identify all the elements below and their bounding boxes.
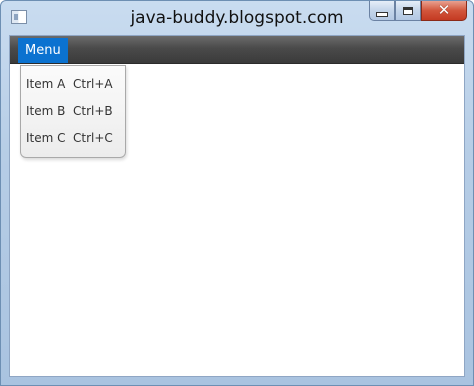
menu-item-label: Item B: [26, 104, 66, 118]
title-bar[interactable]: java-buddy.blogspot.com ✕: [1, 1, 473, 35]
menu-item-accelerator: Ctrl+C: [73, 131, 113, 145]
menu-item-label: Item C: [26, 131, 66, 145]
application-window: java-buddy.blogspot.com ✕ Menu Item A Ct…: [0, 0, 474, 386]
client-area: Menu Item A Ctrl+A Item B Ctrl+B Item C …: [9, 35, 465, 377]
menu-item-accelerator: Ctrl+B: [73, 104, 113, 118]
menu-item-b[interactable]: Item B Ctrl+B: [21, 100, 125, 122]
caption-buttons: ✕: [369, 1, 467, 23]
maximize-button[interactable]: [395, 1, 421, 21]
minimize-icon: [376, 12, 388, 17]
menu-item-a[interactable]: Item A Ctrl+A: [21, 73, 125, 95]
menu-menu[interactable]: Menu: [18, 38, 68, 63]
menu-bar: Menu: [10, 36, 464, 64]
menu-dropdown: Item A Ctrl+A Item B Ctrl+B Item C Ctrl+…: [20, 65, 126, 158]
menu-item-accelerator: Ctrl+A: [73, 77, 113, 91]
window-title-text: java-buddy.blogspot.com: [130, 8, 344, 28]
maximize-icon: [403, 6, 413, 15]
menu-item-c[interactable]: Item C Ctrl+C: [21, 127, 125, 149]
minimize-button[interactable]: [369, 1, 395, 21]
menu-item-label: Item A: [26, 77, 66, 91]
close-icon: ✕: [437, 1, 451, 19]
close-button[interactable]: ✕: [421, 1, 467, 21]
